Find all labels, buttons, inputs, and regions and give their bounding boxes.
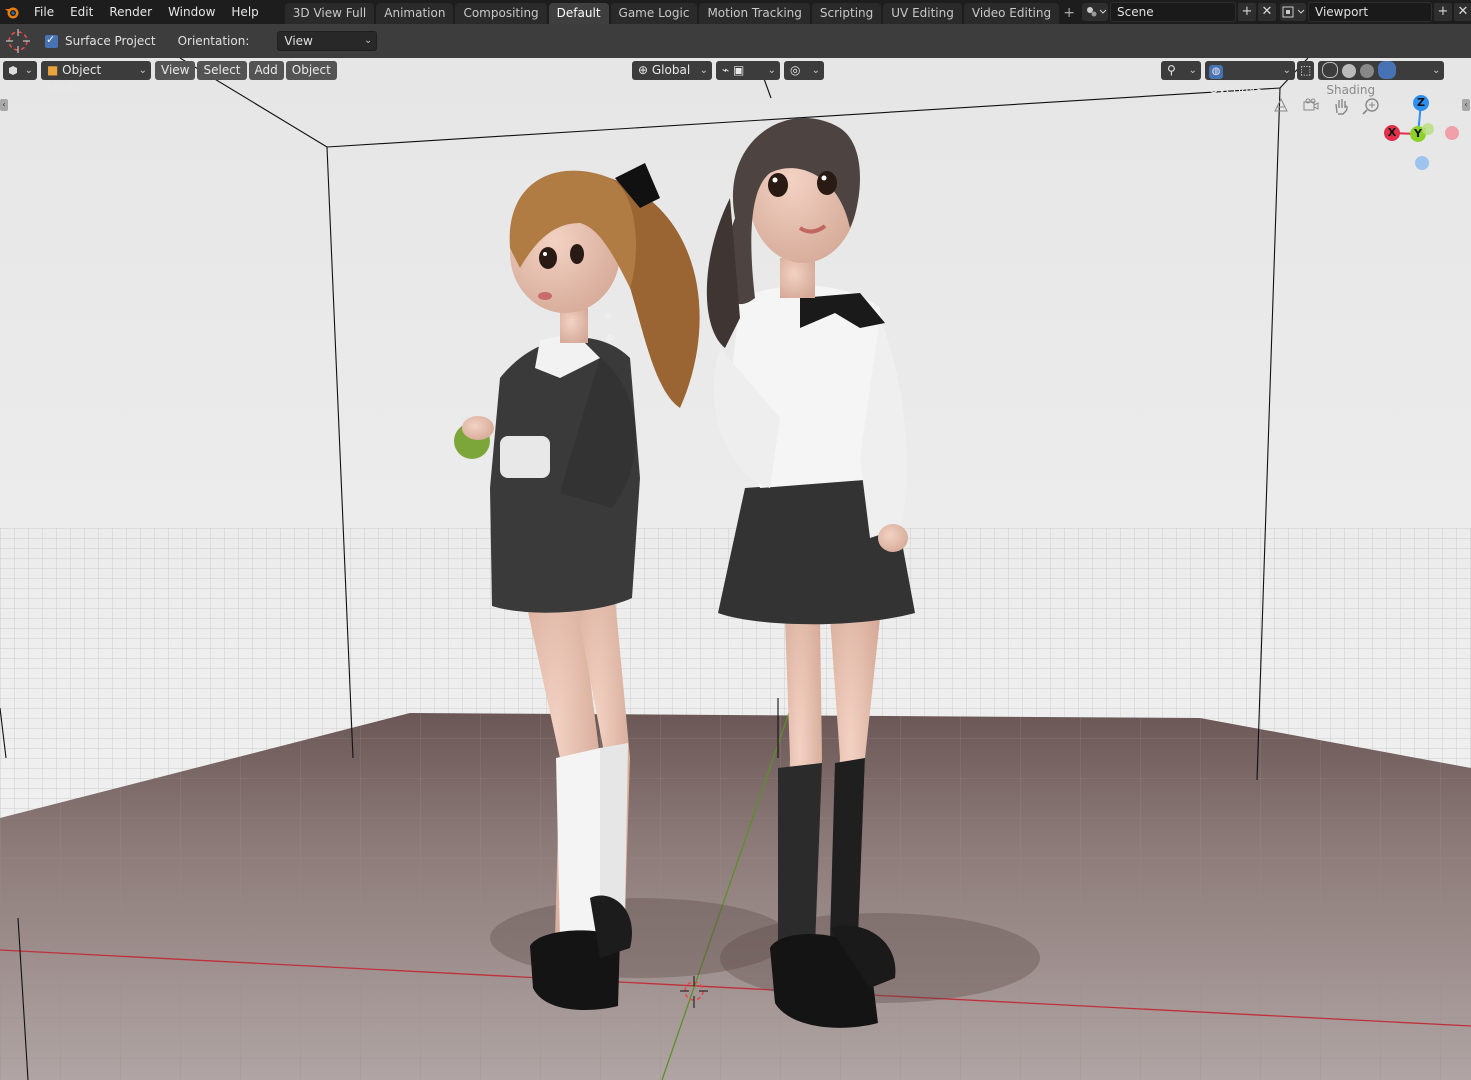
add-workspace-button[interactable]: + [1061, 3, 1077, 24]
view-layer-selector: Viewport + ✕ [1280, 2, 1471, 22]
navigation-gizmo[interactable]: Z X Y [1378, 90, 1468, 180]
chevron-down-icon: ⌄ [1282, 64, 1291, 76]
chevron-down-icon: ⌄ [699, 64, 708, 76]
xray-icon: ⬚ [1300, 62, 1312, 77]
object-menu[interactable]: Object [285, 60, 337, 80]
tab-scripting[interactable]: Scripting [811, 3, 882, 24]
scene-add-button[interactable]: + [1238, 3, 1256, 21]
viewport-scene [0, 58, 1471, 1080]
snap-dropdown[interactable]: ⌁ ▣ ⌄ [716, 60, 780, 80]
scene-close-button[interactable]: ✕ [1258, 3, 1276, 21]
overlays-dropdown[interactable]: ◍ Overlays ⌄ [1205, 60, 1295, 96]
pivot-icon: ⊕ [638, 62, 652, 77]
transform-orientation-label: Global [651, 62, 691, 77]
view-menu[interactable]: View [155, 60, 196, 80]
scene-selector: Scene + ✕ [1082, 2, 1276, 22]
chevron-down-icon: ⌄ [364, 35, 373, 46]
wireframe-shading-icon[interactable] [1322, 61, 1339, 78]
scene-name-field[interactable]: Scene [1110, 2, 1236, 22]
camera-view-icon[interactable] [1300, 95, 1322, 117]
pan-hand-icon[interactable] [1330, 95, 1352, 117]
viewport-header-center: ⊕ Global ⌄ ⌁ ▣ ⌄ ◎ ⌄ [632, 60, 828, 80]
add-menu[interactable]: Add [248, 60, 284, 80]
chevron-down-icon: ⌄ [1188, 64, 1197, 76]
chevron-down-icon: ⌄ [138, 64, 147, 76]
tab-video-editing[interactable]: Video Editing [963, 3, 1060, 24]
snap-icon: ⌁ ▣ [722, 62, 745, 77]
tab-motion-tracking[interactable]: Motion Tracking [699, 3, 810, 24]
orientation-label: Orientation: [177, 34, 250, 48]
chevron-down-icon: ⌄ [767, 64, 776, 76]
blender-logo-icon[interactable] [4, 4, 20, 20]
chevron-down-icon: ⌄ [24, 64, 33, 76]
chevron-down-icon: ⌄ [811, 64, 820, 76]
tool-settings-bar: Surface Project Orientation: View ⌄ [0, 24, 1471, 60]
grid-toggle-icon[interactable] [1270, 95, 1292, 117]
xray-toggle[interactable]: ⬚ [1297, 60, 1315, 80]
tab-uv-editing[interactable]: UV Editing [883, 3, 962, 24]
chevron-down-icon: ⌄ [1431, 64, 1441, 76]
material-shading-icon[interactable] [1360, 63, 1374, 78]
tab-animation[interactable]: Animation [376, 3, 454, 24]
menu-edit[interactable]: Edit [62, 0, 101, 24]
rendered-shading-icon[interactable] [1377, 60, 1396, 79]
gizmo-x-label[interactable]: X [1384, 125, 1400, 141]
object-mode-dropdown[interactable]: ■ Object Mode ⌄ [41, 60, 151, 96]
gizmo-z-label[interactable]: Z [1413, 95, 1429, 111]
proportional-icon: ◎ [790, 62, 801, 77]
select-menu[interactable]: Select [197, 60, 247, 80]
solid-shading-icon[interactable] [1342, 63, 1357, 78]
tab-compositing[interactable]: Compositing [455, 3, 547, 24]
tab-game-logic[interactable]: Game Logic [610, 3, 698, 24]
shading-group: Shading ⌄ [1318, 60, 1445, 97]
workspace-tabs: 3D View Full Animation Compositing Defau… [284, 0, 1077, 24]
surface-project-label: Surface Project [65, 34, 156, 48]
menu-window[interactable]: Window [160, 0, 223, 24]
overlays-label: Overlays [1209, 81, 1262, 96]
visibility-icon: ⚲ [1167, 62, 1176, 77]
menu-file[interactable]: File [26, 0, 62, 24]
toolbar-expand-icon[interactable]: ‹ [0, 99, 8, 111]
editor-type-dropdown[interactable]: ⌄ [3, 60, 37, 80]
view-layer-name-field[interactable]: Viewport [1308, 2, 1432, 22]
viewport-header-left: ⌄ ■ Object Mode ⌄ View Select Add Object [3, 60, 339, 96]
object-mode-cube-icon: ■ [47, 62, 63, 77]
visibility-dropdown[interactable]: ⚲ ⌄ [1161, 60, 1201, 80]
transform-orientation-dropdown[interactable]: ⊕ Global ⌄ [632, 60, 712, 80]
orientation-value: View [284, 34, 313, 48]
scene-browse-icon[interactable] [1082, 3, 1108, 21]
gizmo-y-label[interactable]: Y [1410, 126, 1426, 142]
editor-type-icon [9, 65, 17, 75]
view-layer-browse-icon[interactable] [1280, 3, 1306, 21]
menu-help[interactable]: Help [223, 0, 266, 24]
tab-3d-view-full[interactable]: 3D View Full [284, 3, 375, 24]
view-layer-close-button[interactable]: ✕ [1454, 3, 1471, 21]
orientation-dropdown[interactable]: View ⌄ [277, 31, 378, 51]
top-bar: File Edit Render Window Help 3D View Ful… [0, 0, 1471, 24]
viewport-header-right: ⚲ ⌄ ◍ Overlays ⌄ ⬚ Shading ⌄ [1161, 60, 1448, 97]
view-layer-add-button[interactable]: + [1434, 3, 1452, 21]
surface-project-checkbox[interactable] [45, 33, 58, 48]
cursor-tool-icon[interactable] [5, 28, 31, 54]
tab-default[interactable]: Default [548, 3, 609, 24]
menu-render[interactable]: Render [101, 0, 160, 24]
overlay-globe-icon: ◍ [1209, 64, 1223, 79]
proportional-editing-dropdown[interactable]: ◎ ⌄ [784, 60, 824, 80]
3d-viewport[interactable]: ‹ ‹ ⌄ ■ Object Mode ⌄ View Select Add Ob… [0, 58, 1471, 1080]
